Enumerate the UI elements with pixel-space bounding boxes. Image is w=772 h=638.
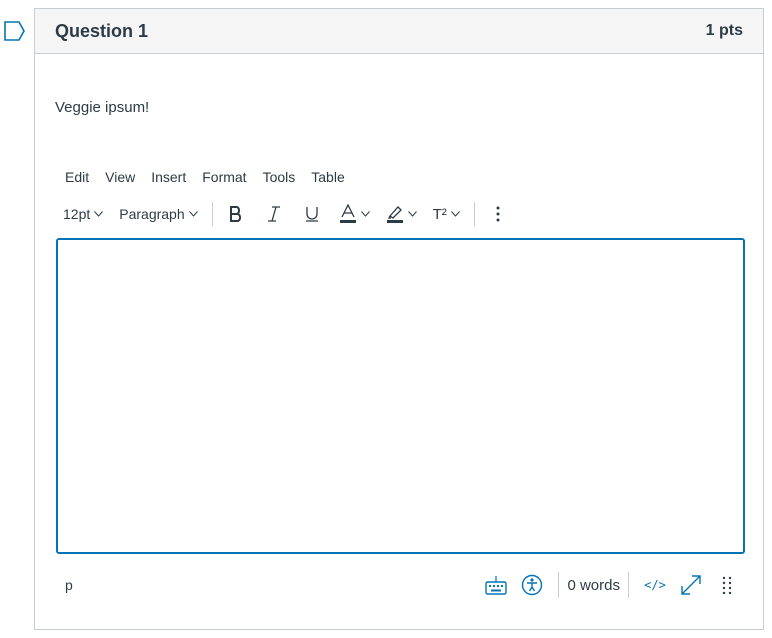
keyboard-shortcuts-button[interactable]: [482, 571, 510, 599]
resize-handle[interactable]: [713, 571, 741, 599]
statusbar-divider: [558, 572, 560, 598]
fullscreen-icon: [681, 575, 701, 595]
menu-view[interactable]: View: [97, 165, 143, 189]
superscript-icon: T²: [432, 205, 447, 223]
chevron-down-icon: [407, 211, 417, 217]
menu-table[interactable]: Table: [303, 165, 352, 189]
statusbar-divider: [628, 572, 629, 598]
block-format-value: Paragraph: [119, 206, 185, 222]
fullscreen-button[interactable]: [677, 571, 705, 599]
word-count[interactable]: 0 words: [567, 577, 620, 594]
editor-statusbar: p 0 words </>: [55, 567, 745, 603]
toolbar-divider: [473, 202, 475, 226]
question-text: Veggie ipsum!: [55, 99, 150, 116]
menu-edit[interactable]: Edit: [57, 165, 97, 189]
keyboard-icon: [485, 576, 508, 595]
menu-format[interactable]: Format: [194, 165, 254, 189]
chevron-down-icon: [94, 211, 104, 217]
text-color-icon: [339, 204, 356, 223]
bold-button[interactable]: [221, 199, 251, 229]
accessibility-icon: [522, 574, 543, 596]
question-card: Question 1 1 pts Veggie ipsum! Edit View…: [34, 8, 764, 630]
accessibility-checker-button[interactable]: [518, 571, 546, 599]
rich-content-editor[interactable]: [56, 238, 745, 554]
menu-insert[interactable]: Insert: [143, 165, 194, 189]
highlight-color-button[interactable]: [380, 199, 423, 229]
html-code-icon: </>: [644, 578, 666, 592]
question-header: Question 1 1 pts: [35, 9, 763, 54]
flag-question-icon[interactable]: [4, 21, 26, 41]
editor-menubar: Edit View Insert Format Tools Table: [57, 165, 353, 189]
toolbar-divider: [211, 202, 213, 226]
question-title: Question 1: [55, 20, 149, 41]
chevron-down-icon: [450, 211, 460, 217]
html-editor-toggle[interactable]: </>: [641, 571, 669, 599]
element-path[interactable]: p: [55, 577, 478, 593]
superscript-button[interactable]: T²: [427, 199, 466, 229]
text-color-button[interactable]: [333, 199, 376, 229]
menu-tools[interactable]: Tools: [255, 165, 304, 189]
question-points: 1 pts: [705, 22, 743, 39]
resize-handle-icon: [722, 576, 732, 594]
block-format-dropdown[interactable]: Paragraph: [113, 199, 203, 229]
highlight-icon: [386, 206, 403, 223]
more-icon: [496, 206, 500, 222]
font-size-dropdown[interactable]: 12pt: [57, 199, 109, 229]
chevron-down-icon: [188, 211, 198, 217]
font-size-value: 12pt: [63, 206, 91, 222]
chevron-down-icon: [360, 211, 370, 217]
more-button[interactable]: [483, 199, 513, 229]
editor-toolbar: 12pt Paragraph T²: [57, 199, 513, 229]
underline-icon: [305, 207, 318, 222]
underline-button[interactable]: [297, 199, 327, 229]
bold-icon: [229, 206, 241, 222]
italic-icon: [267, 206, 280, 222]
italic-button[interactable]: [259, 199, 289, 229]
